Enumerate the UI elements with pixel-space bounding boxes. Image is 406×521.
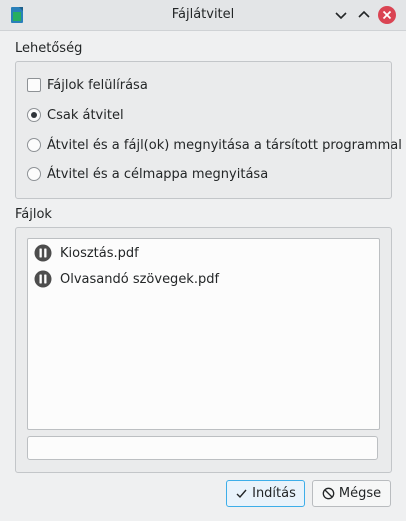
- pause-icon: [34, 270, 52, 288]
- close-icon[interactable]: [377, 5, 397, 25]
- title-bar: Fájlátvitel: [0, 0, 406, 31]
- radio-label: Átvitel és a célmappa megnyitása: [47, 166, 269, 182]
- maximize-icon[interactable]: [354, 5, 374, 25]
- overwrite-checkbox[interactable]: Fájlok felülírása: [27, 75, 148, 95]
- overwrite-label: Fájlok felülírása: [47, 77, 148, 93]
- checkbox-box[interactable]: [27, 78, 41, 92]
- radio-label: Átvitel és a fájl(ok) megnyitása a társí…: [47, 137, 402, 153]
- minimize-icon[interactable]: [331, 5, 351, 25]
- pause-icon: [34, 244, 52, 262]
- destination-input[interactable]: [27, 436, 378, 460]
- files-group-label: Fájlok: [15, 207, 52, 222]
- list-item[interactable]: Olvasandó szövegek.pdf: [34, 269, 219, 289]
- cancel-button-label: Mégse: [338, 486, 382, 501]
- radio-transfer-open-folder[interactable]: Átvitel és a célmappa megnyitása: [27, 164, 268, 184]
- file-name: Kiosztás.pdf: [60, 245, 139, 261]
- radio-transfer-open-files[interactable]: Átvitel és a fájl(ok) megnyitása a társí…: [27, 135, 402, 155]
- radio-transfer-only[interactable]: Csak átvitel: [27, 105, 124, 125]
- start-button-label: Indítás: [252, 486, 296, 501]
- cancel-button[interactable]: Mégse: [312, 480, 391, 507]
- cancel-icon: [322, 487, 335, 500]
- file-list[interactable]: Kiosztás.pdf Olvasandó szövegek.pdf: [27, 238, 380, 430]
- options-group-label: Lehetőség: [15, 41, 83, 56]
- checkmark-icon: [236, 489, 247, 499]
- radio-label: Csak átvitel: [47, 107, 124, 123]
- list-item[interactable]: Kiosztás.pdf: [34, 243, 139, 263]
- radio-button[interactable]: [27, 138, 41, 152]
- radio-button-selected[interactable]: [27, 108, 41, 122]
- start-button[interactable]: Indítás: [226, 480, 305, 507]
- radio-button[interactable]: [27, 167, 41, 181]
- file-name: Olvasandó szövegek.pdf: [60, 271, 220, 287]
